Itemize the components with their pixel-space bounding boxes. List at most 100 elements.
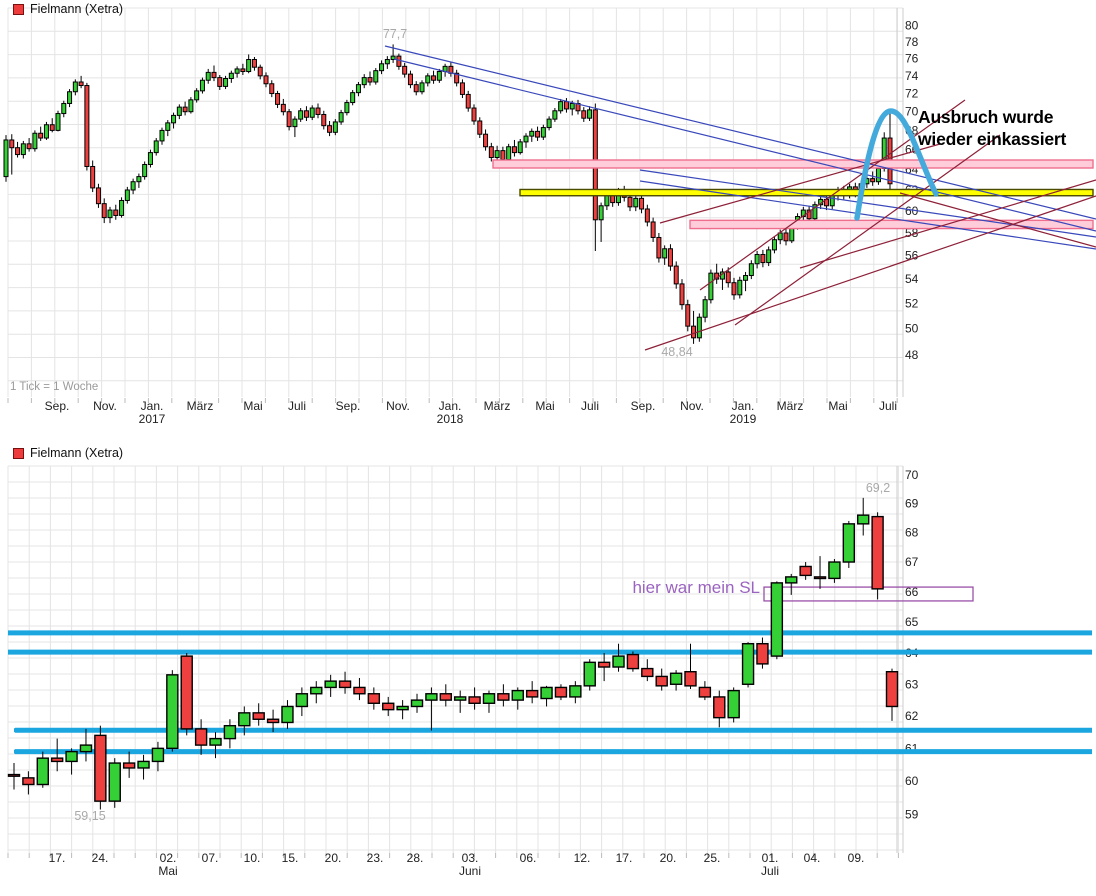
candle-up	[426, 76, 430, 83]
candle-up	[120, 200, 124, 215]
candle-up	[541, 687, 552, 698]
candle-down	[354, 687, 365, 693]
candle-up	[44, 125, 48, 138]
candle-up	[210, 739, 221, 745]
candle-down	[699, 687, 710, 696]
candle-down	[252, 60, 256, 68]
candle-down	[761, 254, 765, 262]
candle-up	[767, 250, 771, 263]
candle-up	[333, 122, 337, 132]
breakout-callout-line1: Ausbruch wurde	[918, 106, 1096, 128]
svg-text:Sep.: Sep.	[45, 399, 70, 413]
legend-swatch-icon	[13, 4, 24, 15]
candle-up	[125, 190, 129, 200]
candle-up	[131, 182, 135, 190]
svg-text:63: 63	[905, 677, 919, 691]
candle-up	[858, 515, 869, 524]
candle-up	[206, 72, 210, 80]
candle-down	[287, 112, 291, 127]
svg-text:Jan.: Jan.	[439, 399, 462, 413]
svg-text:67: 67	[905, 555, 919, 569]
candle-down	[564, 102, 568, 109]
candle-up	[247, 60, 251, 72]
bottom-chart-legend-label: Fielmann (Xetra)	[30, 446, 123, 460]
candle-up	[374, 71, 378, 82]
candle-down	[627, 655, 638, 669]
candle-down	[469, 697, 480, 703]
candle-up	[351, 93, 355, 103]
svg-text:59: 59	[905, 808, 919, 822]
candle-up	[634, 198, 638, 206]
candle-up	[744, 276, 748, 281]
candle-down	[815, 577, 826, 579]
candle-down	[536, 131, 540, 137]
svg-text:März: März	[777, 399, 804, 413]
svg-text:62: 62	[905, 709, 919, 723]
candle-up	[599, 206, 603, 220]
svg-text:65: 65	[905, 615, 919, 629]
svg-text:68: 68	[905, 526, 919, 540]
darkred-trendline	[660, 144, 940, 223]
candle-down	[95, 735, 106, 801]
candle-up	[524, 136, 528, 142]
candle-down	[512, 147, 516, 153]
svg-text:48: 48	[905, 348, 919, 362]
candle-down	[397, 56, 401, 66]
candle-up	[239, 713, 250, 726]
svg-text:März: März	[187, 399, 214, 413]
breakout-callout-line2: wieder einkassiert	[918, 128, 1096, 150]
y-axis-labels: 706968676665646362616059	[905, 468, 919, 822]
candle-up	[195, 91, 199, 100]
svg-text:Jan.: Jan.	[141, 399, 164, 413]
svg-text:Nov.: Nov.	[386, 399, 410, 413]
candle-up	[172, 115, 176, 122]
candle-up	[311, 687, 322, 693]
candle-down	[887, 672, 898, 707]
candle-up	[876, 168, 880, 181]
candle-down	[714, 697, 725, 718]
svg-text:2017: 2017	[139, 412, 166, 426]
candle-up	[143, 164, 147, 176]
candle-up	[518, 142, 522, 153]
svg-text:Jan.: Jan.	[732, 399, 755, 413]
candle-up	[541, 128, 545, 138]
candle-down	[368, 78, 372, 82]
candle-down	[656, 676, 667, 685]
svg-text:69: 69	[905, 497, 919, 511]
candle-up	[786, 577, 797, 583]
candle-down	[304, 111, 308, 117]
svg-text:Mai: Mai	[535, 399, 554, 413]
candle-up	[728, 691, 739, 718]
candle-up	[56, 114, 60, 131]
svg-text:74: 74	[905, 69, 919, 83]
candle-down	[270, 84, 274, 94]
candle-up	[4, 140, 8, 177]
candle-down	[686, 305, 690, 326]
candle-down	[555, 687, 566, 696]
candle-up	[282, 706, 293, 722]
candle-up	[483, 694, 494, 704]
candle-down	[50, 125, 54, 131]
chart-page: 8078767472706866646260585654525048Sep.No…	[0, 0, 1096, 896]
candle-up	[229, 73, 233, 78]
svg-text:24.: 24.	[92, 851, 109, 865]
svg-text:15.: 15.	[282, 851, 299, 865]
candle-up	[177, 107, 181, 115]
candle-up	[68, 92, 72, 104]
candle-down	[408, 74, 412, 85]
price-annotation: 77,7	[383, 27, 407, 41]
candle-up	[189, 100, 193, 112]
candle-up	[33, 133, 37, 148]
candle-down	[27, 144, 31, 149]
candle-down	[657, 237, 661, 257]
svg-text:2018: 2018	[437, 412, 464, 426]
candle-down	[582, 111, 586, 118]
candle-up	[703, 300, 707, 318]
candle-down	[599, 662, 610, 667]
svg-text:01.: 01.	[762, 851, 779, 865]
candle-up	[66, 752, 77, 762]
grid-bottom	[8, 466, 903, 858]
candle-down	[181, 656, 192, 729]
candle-down	[674, 266, 678, 284]
svg-text:09.: 09.	[848, 851, 865, 865]
